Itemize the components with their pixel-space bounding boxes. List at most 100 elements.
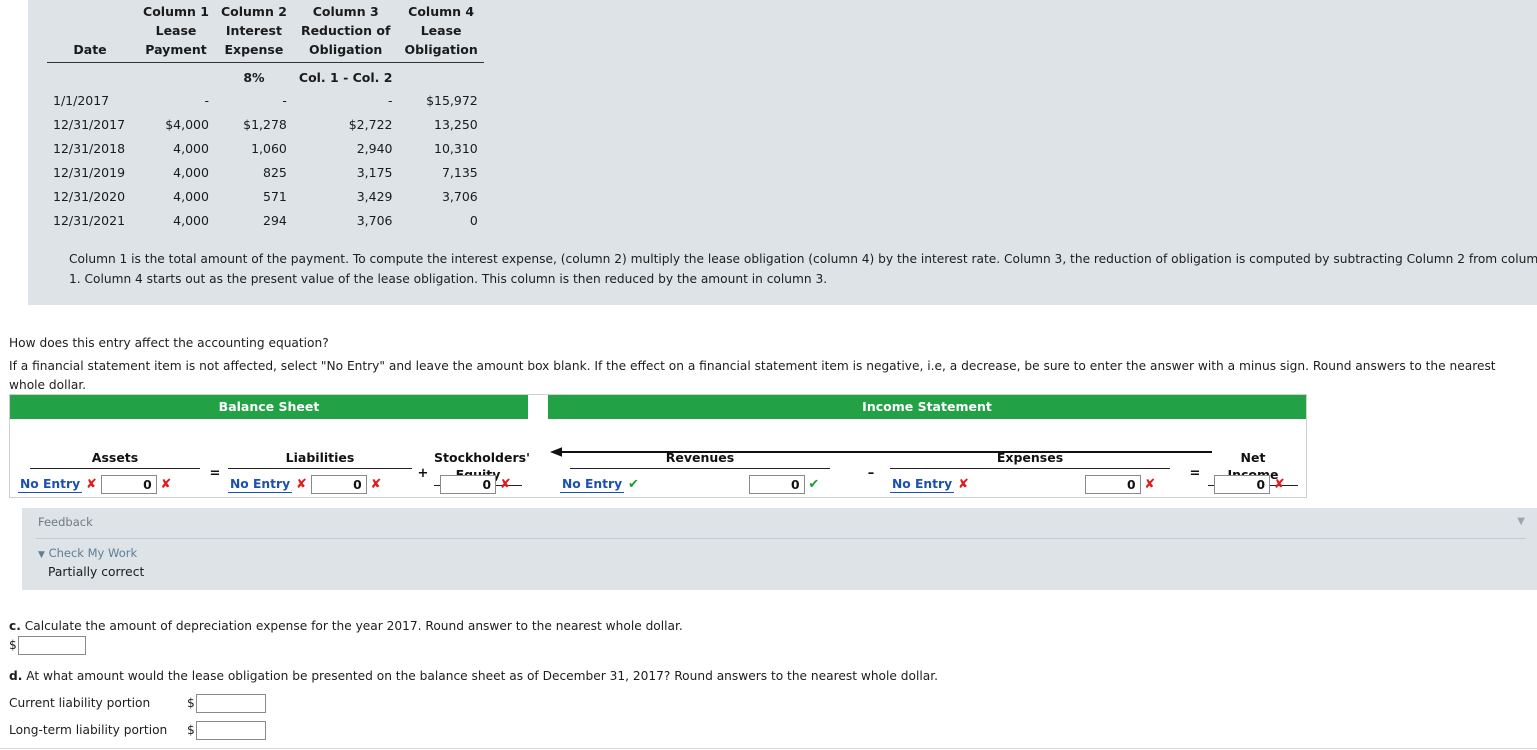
depreciation-expense-input[interactable] [17,636,86,655]
equity-entry-cell: ✘ [440,475,511,497]
expenses-label: Expenses [890,449,1170,469]
cell-lease-obligation: $15,972 [426,93,478,108]
cell-lease-obligation: 7,135 [441,165,478,180]
table-row: 12/31/2020 4,000 571 3,429 3,706 [47,185,484,209]
column-header-assets: Assets [30,449,200,469]
cell-lease-obligation: 3,706 [441,189,478,204]
feedback-result-text: Partially correct [48,565,145,579]
chevron-down-icon[interactable]: ▼ [1517,516,1525,527]
liabilities-label: Liabilities [228,449,412,469]
expenses-account-incorrect-icon: ✘ [957,477,969,492]
cell-date: 12/31/2021 [53,213,126,228]
cell-lease-obligation: 13,250 [434,117,478,132]
net-income-amount-input[interactable] [1214,475,1270,494]
liabilities-amount-input[interactable] [310,475,367,494]
table-row: 12/31/2019 4,000 825 3,175 7,135 [47,161,484,185]
table-row: 12/31/2018 4,000 1,060 2,940 10,310 [47,137,484,161]
currency-symbol: $ [9,638,17,652]
subheader-col4 [398,63,483,90]
check-my-work-label: Check My Work [48,546,138,560]
operator-equals-income: = [1189,466,1201,481]
balance-sheet-section: Balance Sheet Assets = Liabilities + Sto… [10,395,530,498]
cell-reduction-obligation: $2,722 [348,117,393,132]
cell-date: 12/31/2020 [53,189,126,204]
cell-interest-expense: 1,060 [251,141,287,156]
question-prompt: How does this entry affect the accountin… [9,334,1529,395]
header-date-l2 [47,21,137,40]
header-col3-l2: Reduction of [300,23,391,38]
header-col4-l2: Lease [420,23,462,38]
column-header-revenues: Revenues [570,449,830,469]
subheader-col2-rate: 8% [243,70,265,85]
longterm-liability-input[interactable] [195,721,266,740]
liabilities-account-dropdown[interactable]: No Entry [228,477,293,493]
part-c-question: c. Calculate the amount of depreciation … [9,617,683,635]
revenues-label: Revenues [570,449,830,469]
table-header-row-2: Lease Interest Reduction of Lease [47,21,484,40]
expenses-amount-input[interactable] [1084,475,1141,494]
header-col1-l1: Column 1 [143,4,209,19]
feedback-divider [36,538,1526,539]
cell-lease-payment: 4,000 [173,189,209,204]
assets-amount-incorrect-icon: ✘ [160,477,172,492]
revenues-account-dropdown[interactable]: No Entry [560,477,625,493]
header-col3-l1: Column 3 [312,4,379,19]
cell-date: 12/31/2019 [53,165,126,180]
equity-amount-input[interactable] [440,475,496,494]
header-col4-l3: Obligation [398,40,484,63]
net-income-entry-cell: ✘ [1214,475,1285,497]
prompt-question: How does this entry affect the accountin… [9,336,329,350]
part-d-text: At what amount would the lease obligatio… [26,669,938,683]
cell-interest-expense: $1,278 [243,117,287,132]
page-bottom-divider [0,748,1537,749]
header-date: Date [47,40,138,63]
assets-amount-input[interactable] [100,475,157,494]
current-liability-input[interactable] [195,694,266,713]
cell-reduction-obligation: 3,706 [356,213,393,228]
accounting-equation-grid: Balance Sheet Assets = Liabilities + Sto… [9,394,1307,498]
column-header-liabilities: Liabilities [228,449,412,469]
part-c-label: c. [9,619,21,633]
table-header-row-3: Date Payment Expense Obligation Obligati… [47,40,484,63]
assets-account-dropdown[interactable]: No Entry [18,477,83,493]
equity-label-line1: Stockholders' [434,450,530,465]
income-statement-body: Revenues – Expenses = Net Income No Entr… [548,419,1306,498]
liabilities-amount-incorrect-icon: ✘ [370,477,382,492]
expenses-entry-cell: No Entry ✘ ✘ [890,475,1155,497]
cell-interest-expense: - [282,93,287,108]
prompt-instructions: If a financial statement item is not aff… [9,359,1496,392]
assets-account-incorrect-icon: ✘ [85,477,97,492]
cell-lease-payment: 4,000 [173,141,209,156]
header-col3-l3: Obligation [292,40,399,63]
amortization-explanation: Column 1 is the total amount of the paym… [69,252,1537,286]
revenues-entry-cell: No Entry ✔ ✔ [560,475,819,497]
operator-plus: + [417,466,429,481]
cell-reduction-obligation: 3,175 [356,165,393,180]
subheader-date [47,63,137,90]
cell-interest-expense: 825 [263,165,287,180]
net-income-label-line1: Net [1240,450,1266,465]
cell-lease-obligation: 10,310 [434,141,478,156]
cell-interest-expense: 294 [263,213,287,228]
subheader-col1 [137,63,215,90]
header-col2-l2: Interest [225,23,282,38]
subheader-col3-formula: Col. 1 - Col. 2 [298,70,393,85]
currency-symbol: $ [187,723,195,737]
current-liability-row: Current liability portion $ [9,694,266,713]
check-my-work-toggle[interactable]: ▼ Check My Work [38,546,137,560]
income-statement-title: Income Statement [548,395,1306,419]
triangle-down-icon: ▼ [38,550,45,560]
expenses-account-dropdown[interactable]: No Entry [890,477,955,493]
lease-amortization-table: Column 1 Column 2 Column 3 Column 4 Leas… [47,2,484,233]
cell-reduction-obligation: - [387,93,393,108]
cell-lease-payment: - [204,93,209,108]
revenues-amount-input[interactable] [748,475,805,494]
cell-interest-expense: 571 [263,189,287,204]
table-row: 1/1/2017 - - - $15,972 [47,89,484,113]
table-body: 8% Col. 1 - Col. 2 1/1/2017 - - - $15,97… [47,63,484,234]
revenues-amount-correct-icon: ✔ [808,477,820,492]
balance-sheet-title: Balance Sheet [10,395,528,419]
table-subheader-row: 8% Col. 1 - Col. 2 [47,63,484,90]
header-col4-l1: Column 4 [408,4,475,19]
part-d-question: d. At what amount would the lease obliga… [9,667,938,685]
